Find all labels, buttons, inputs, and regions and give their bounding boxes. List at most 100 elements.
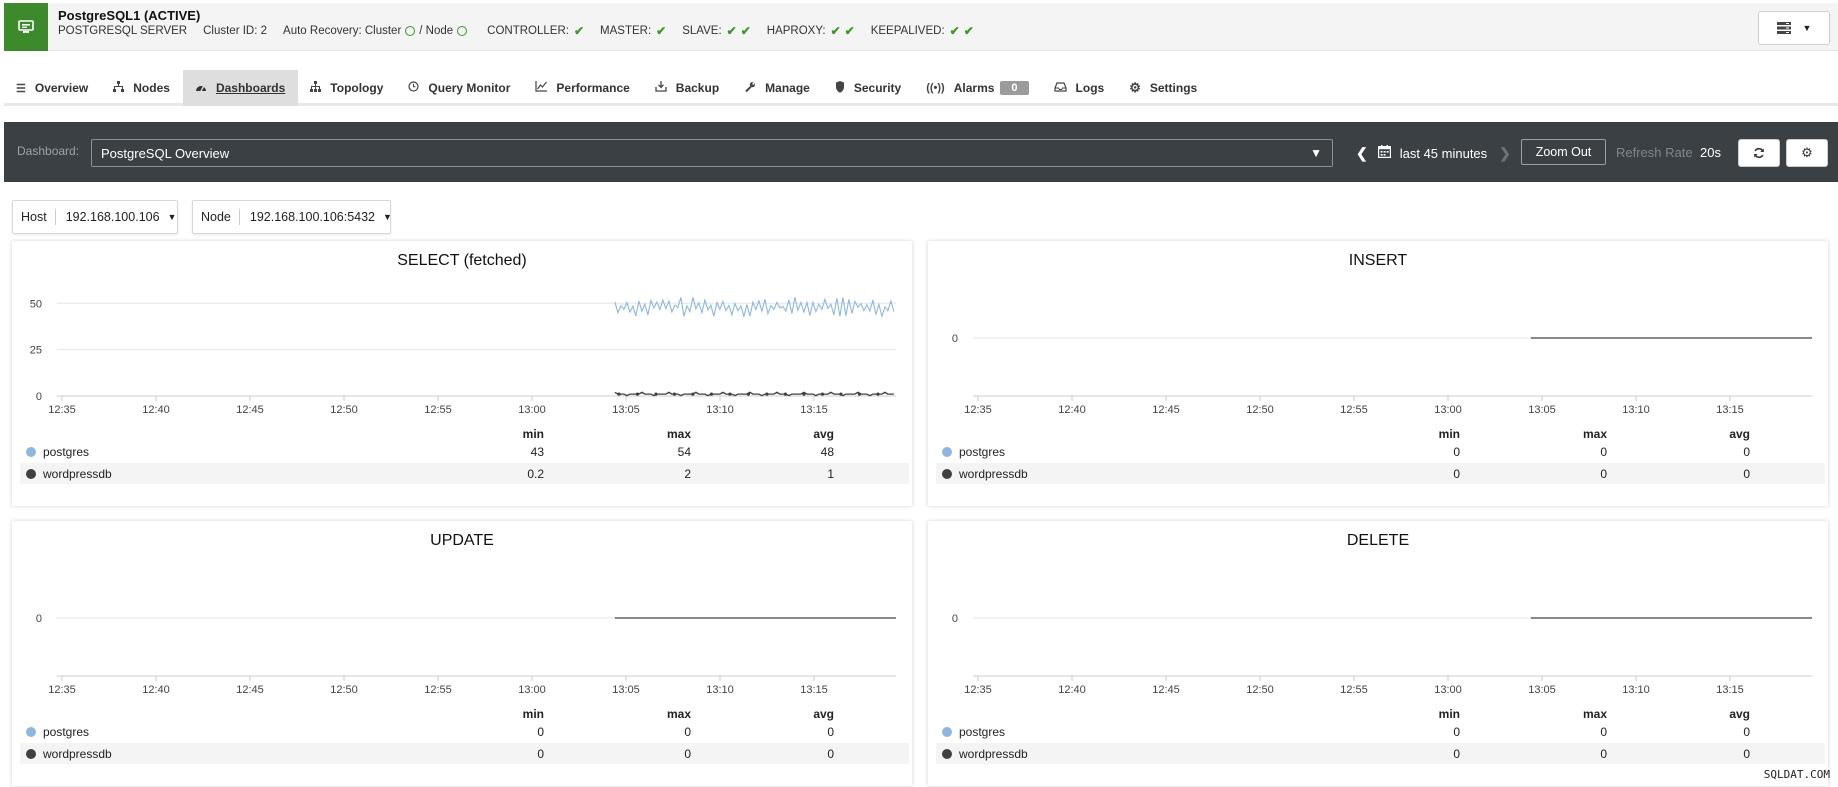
chart-panel-insert: INSERT 12:35 12:40 12:45 12:50 12:55 13:00 13:0… <box>928 241 1828 506</box>
legend-header-avg: avg <box>813 707 834 721</box>
tab-label: Manage <box>765 81 810 95</box>
x-tick-label: 13:15 <box>1716 684 1744 696</box>
broadcast-icon: ((•)) <box>926 82 945 94</box>
legend-value-min: 0 <box>1453 724 1460 739</box>
tab-performance[interactable]: Performance <box>523 70 642 106</box>
host-filter[interactable]: Host 192.168.100.106 ▼ <box>12 200 178 234</box>
host-filter-label: Host <box>13 209 56 225</box>
tab-label: Nodes <box>133 81 170 95</box>
x-tick-label: 13:00 <box>1434 404 1462 416</box>
legend-value-max: 0 <box>1600 466 1607 481</box>
dashboard-label: Dashboard: <box>17 144 80 158</box>
legend-header-max: max <box>666 427 691 441</box>
check-icon: ✔ <box>949 24 960 38</box>
legend-value-min: 0.2 <box>527 466 544 481</box>
legend-series-name: postgres <box>43 444 90 459</box>
refresh-rate-value[interactable]: 20s <box>1700 145 1721 160</box>
caret-down-icon: ▼ <box>167 212 177 222</box>
legend-value-max: 0 <box>684 724 691 739</box>
calendar-icon[interactable] <box>1377 145 1391 161</box>
tab-alarms[interactable]: ((•)) Alarms 0 <box>914 70 1041 106</box>
status-slave: SLAVE: ✔ ✔ <box>682 24 751 38</box>
legend-row: postgres 0 0 0 <box>936 721 1825 742</box>
legend-row: postgres 43 54 48 <box>20 441 909 462</box>
legend-header-max: max <box>1582 707 1607 721</box>
cluster-id: Cluster ID: 2 <box>203 25 268 37</box>
caret-down-icon: ▼ <box>1802 23 1812 33</box>
power-icon[interactable] <box>405 26 416 36</box>
x-tick-label: 12:45 <box>236 404 264 416</box>
node-filter[interactable]: Node 192.168.100.106:5432 ▼ <box>192 200 392 234</box>
x-tick-label: 12:40 <box>142 404 170 416</box>
y-tick-label: 0 <box>952 613 958 625</box>
legend-value-max: 54 <box>677 444 691 459</box>
shield-icon <box>835 80 845 96</box>
legend-value-min: 0 <box>537 746 544 761</box>
dashboard-toolbar: Dashboard: PostgreSQL Overview ▼ ❮ last … <box>4 122 1838 182</box>
tab-label: Alarms <box>953 81 995 95</box>
legend-value-max: 0 <box>1600 746 1607 761</box>
legend-series-name: wordpressdb <box>959 746 1028 761</box>
legend-series-name: postgres <box>959 444 1006 459</box>
dashboard-select[interactable]: PostgreSQL Overview ▼ <box>91 139 1333 167</box>
dashboard-settings-button[interactable]: ⚙ <box>1786 139 1828 167</box>
tab-overview[interactable]: ☰ Overview <box>4 70 101 106</box>
chevron-left-icon[interactable]: ❮ <box>1356 145 1368 162</box>
legend-value-avg: 0 <box>827 724 834 739</box>
legend-header-min: min <box>522 707 544 721</box>
legend-row: wordpressdb 0.2 2 1 <box>20 463 909 484</box>
download-icon <box>655 81 667 95</box>
legend-header-min: min <box>522 427 544 441</box>
tab-dashboards[interactable]: Dashboards <box>182 70 299 106</box>
legend-dot-wordpressdb <box>942 468 952 479</box>
time-range-value[interactable]: last 45 minutes <box>1400 146 1487 161</box>
y-tick-label: 25 <box>30 345 42 357</box>
series-marker-wordpressdb <box>691 392 695 396</box>
tab-query-monitor[interactable]: Query Monitor <box>396 70 523 106</box>
cluster-actions-dropdown[interactable]: ▼ <box>1758 11 1830 45</box>
tab-label: Logs <box>1075 81 1105 95</box>
x-tick-label: 12:50 <box>330 684 358 696</box>
tab-label: Backup <box>675 81 720 95</box>
x-tick-label: 13:00 <box>518 684 546 696</box>
gear-icon: ⚙ <box>1129 80 1141 95</box>
tab-nodes[interactable]: Nodes <box>101 70 183 106</box>
legend-value-avg: 0 <box>1743 466 1750 481</box>
legend-header-max: max <box>666 707 691 721</box>
chart-panel-update: UPDATE 12:35 12:40 12:45 12:50 12:55 13:00 13:0… <box>12 521 912 786</box>
chart-plot: 12:35 12:40 12:45 12:50 12:55 13:00 13:05 13:10… <box>36 613 896 696</box>
gear-icon: ⚙ <box>1801 145 1813 160</box>
tab-manage[interactable]: Manage <box>732 70 823 106</box>
legend-value-avg: 1 <box>827 466 834 481</box>
legend-row: wordpressdb 0 0 0 <box>20 743 909 764</box>
series-marker-wordpressdb <box>617 392 621 396</box>
inbox-icon <box>1053 81 1067 95</box>
legend-header-avg: avg <box>1729 427 1750 441</box>
tab-topology[interactable]: Topology <box>298 70 396 106</box>
status-label: KEEPALIVED: <box>870 25 945 37</box>
main-tabs: ☰ Overview Nodes Dashboards Topology Quer… <box>4 70 1838 106</box>
tab-settings[interactable]: ⚙ Settings <box>1117 70 1210 106</box>
tab-backup[interactable]: Backup <box>643 70 732 106</box>
legend-value-min: 0 <box>537 724 544 739</box>
tab-security[interactable]: Security <box>823 70 914 106</box>
server-icon <box>4 3 48 51</box>
node-filter-label: Node <box>193 209 240 225</box>
topology-icon <box>310 81 322 95</box>
legend-dot-postgres <box>942 446 952 457</box>
refresh-button[interactable] <box>1738 139 1780 167</box>
series-marker-wordpressdb <box>820 392 825 396</box>
x-tick-label: 13:15 <box>1716 404 1744 416</box>
legend-dot-postgres <box>942 726 952 737</box>
power-icon[interactable] <box>457 26 468 36</box>
tab-logs[interactable]: Logs <box>1042 70 1118 106</box>
legend-value-min: 43 <box>530 444 544 459</box>
caret-down-icon: ▼ <box>1310 146 1322 160</box>
legend-dot-postgres <box>26 726 36 737</box>
x-tick-label: 13:10 <box>1622 404 1650 416</box>
node-filter-value: 192.168.100.106:5432 <box>249 210 376 224</box>
zoom-out-button[interactable]: Zoom Out <box>1521 139 1606 165</box>
status-haproxy: HAPROXY: ✔ ✔ <box>767 24 855 38</box>
legend-row: wordpressdb 0 0 0 <box>936 743 1825 764</box>
chevron-right-icon[interactable]: ❯ <box>1499 145 1511 162</box>
